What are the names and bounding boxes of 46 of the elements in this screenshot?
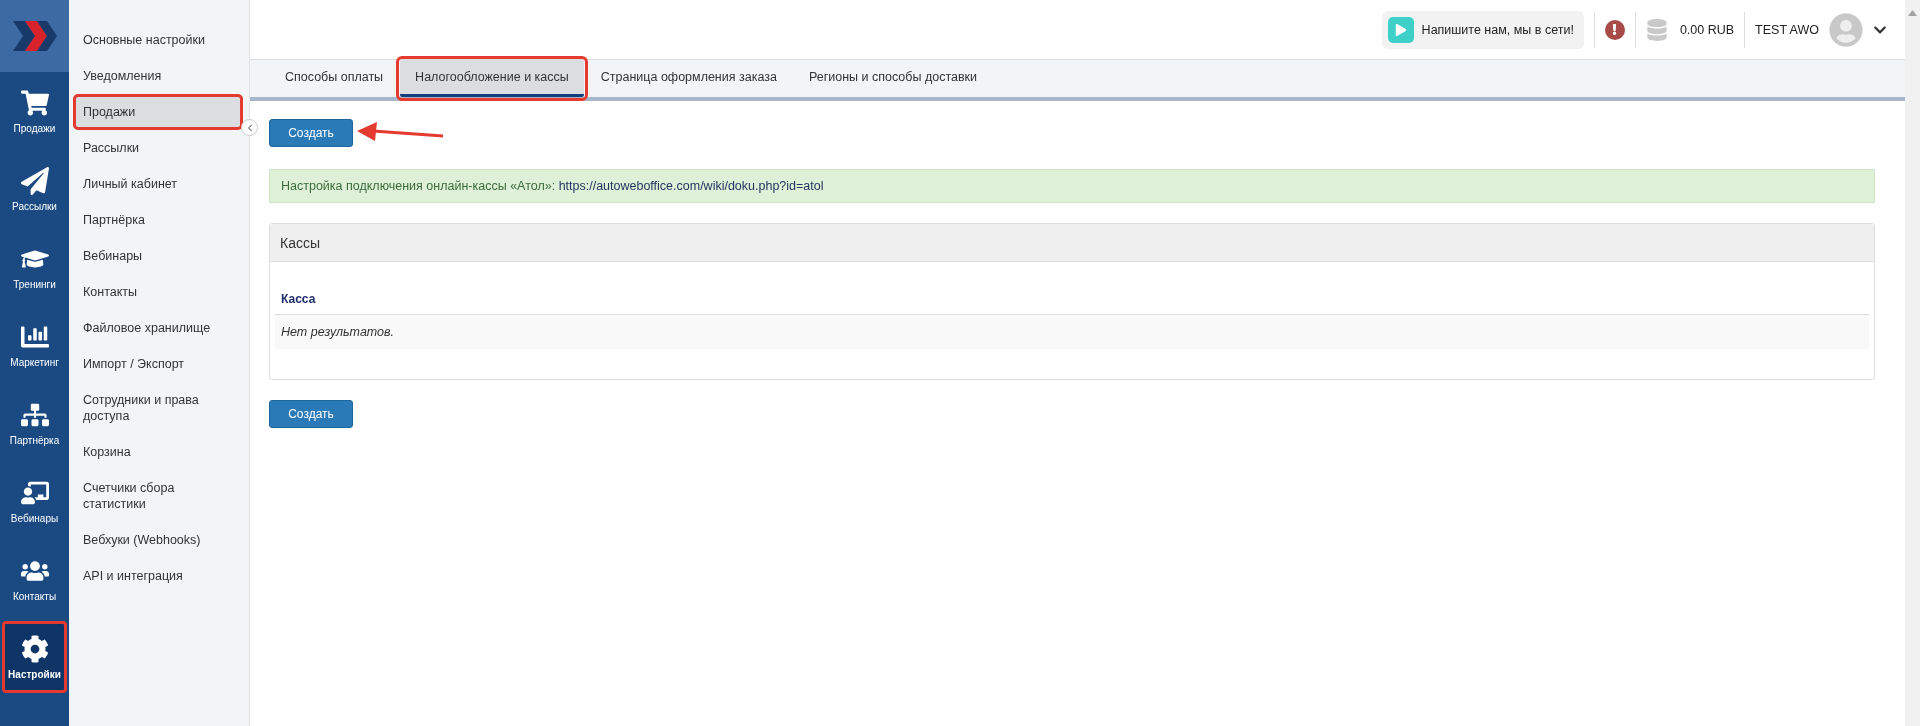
alert-icon[interactable]: [1604, 19, 1625, 40]
create-button[interactable]: Создать: [269, 400, 353, 428]
rail-nav-item[interactable]: Тренинги: [2, 231, 67, 303]
rail-nav-item[interactable]: Продажи: [2, 75, 67, 147]
rail-nav-item[interactable]: Контакты: [2, 543, 67, 615]
rail-nav-item[interactable]: Рассылки: [2, 153, 67, 225]
tab[interactable]: Способы оплаты: [270, 60, 399, 97]
chat-link[interactable]: Напишите нам, мы в сети!: [1381, 10, 1584, 49]
panel-title: Кассы: [270, 224, 1874, 262]
rail-nav-item[interactable]: Настройки: [2, 621, 67, 693]
balance-text: 0.00 RUB: [1679, 22, 1735, 37]
sidebar-item[interactable]: Рассылки: [75, 132, 241, 164]
sidebar-item[interactable]: Импорт / Экспорт: [75, 348, 241, 380]
rail-nav-item[interactable]: Маркетинг: [2, 309, 67, 381]
collapse-button[interactable]: [241, 119, 258, 136]
scroll-up-icon[interactable]: [1908, 10, 1917, 16]
tab[interactable]: Регионы и способы доставки: [793, 60, 993, 97]
nav-icon: [20, 88, 49, 117]
nav-icon: [20, 634, 49, 663]
sidebar-item[interactable]: Счетчики сбора статистики: [75, 472, 241, 520]
sidebar-item[interactable]: Файловое хранилище: [75, 312, 241, 344]
wiki-link[interactable]: https://autoweboffice.com/wiki/doku.php?id=atol: [558, 179, 824, 193]
coins-icon: [1645, 18, 1668, 41]
nav-icon: [20, 166, 49, 195]
user-name[interactable]: TEST AWO: [1755, 22, 1819, 37]
sidebar-item[interactable]: Личный кабинет: [75, 168, 241, 200]
sidebar-item[interactable]: Партнёрка: [75, 204, 241, 236]
sidebar-item[interactable]: Контакты: [75, 276, 241, 308]
logo-icon[interactable]: [0, 0, 69, 72]
chevron-left-icon: [245, 123, 254, 132]
tab[interactable]: Страница оформления заказа: [585, 60, 792, 97]
rail-nav-item[interactable]: Партнёрка: [2, 387, 67, 459]
sidebar-item[interactable]: Уведомления: [75, 60, 241, 92]
info-alert: Настройка подключения онлайн-кассы «Атол»: https://autoweboffice.com/wiki/doku.php?id=atol: [269, 169, 1875, 203]
sidebar-item[interactable]: Сотрудники и права доступа: [75, 384, 241, 432]
sidebar-item[interactable]: Корзина: [75, 436, 241, 468]
empty-message: Нет результатов.: [275, 314, 1869, 349]
sidebar-item[interactable]: API и интеграция: [75, 560, 241, 592]
play-icon: [1387, 16, 1414, 43]
column-header[interactable]: Касса: [275, 284, 1869, 315]
create-button[interactable]: Создать: [269, 119, 353, 147]
sidebar-item[interactable]: Вебинары: [75, 240, 241, 272]
rail-nav-item[interactable]: Вебинары: [2, 465, 67, 537]
sidebar-item[interactable]: Продажи: [75, 96, 241, 128]
sidebar-item[interactable]: Основные настройки: [75, 24, 241, 56]
sidebar-item[interactable]: Вебхуки (Webhooks): [75, 524, 241, 556]
